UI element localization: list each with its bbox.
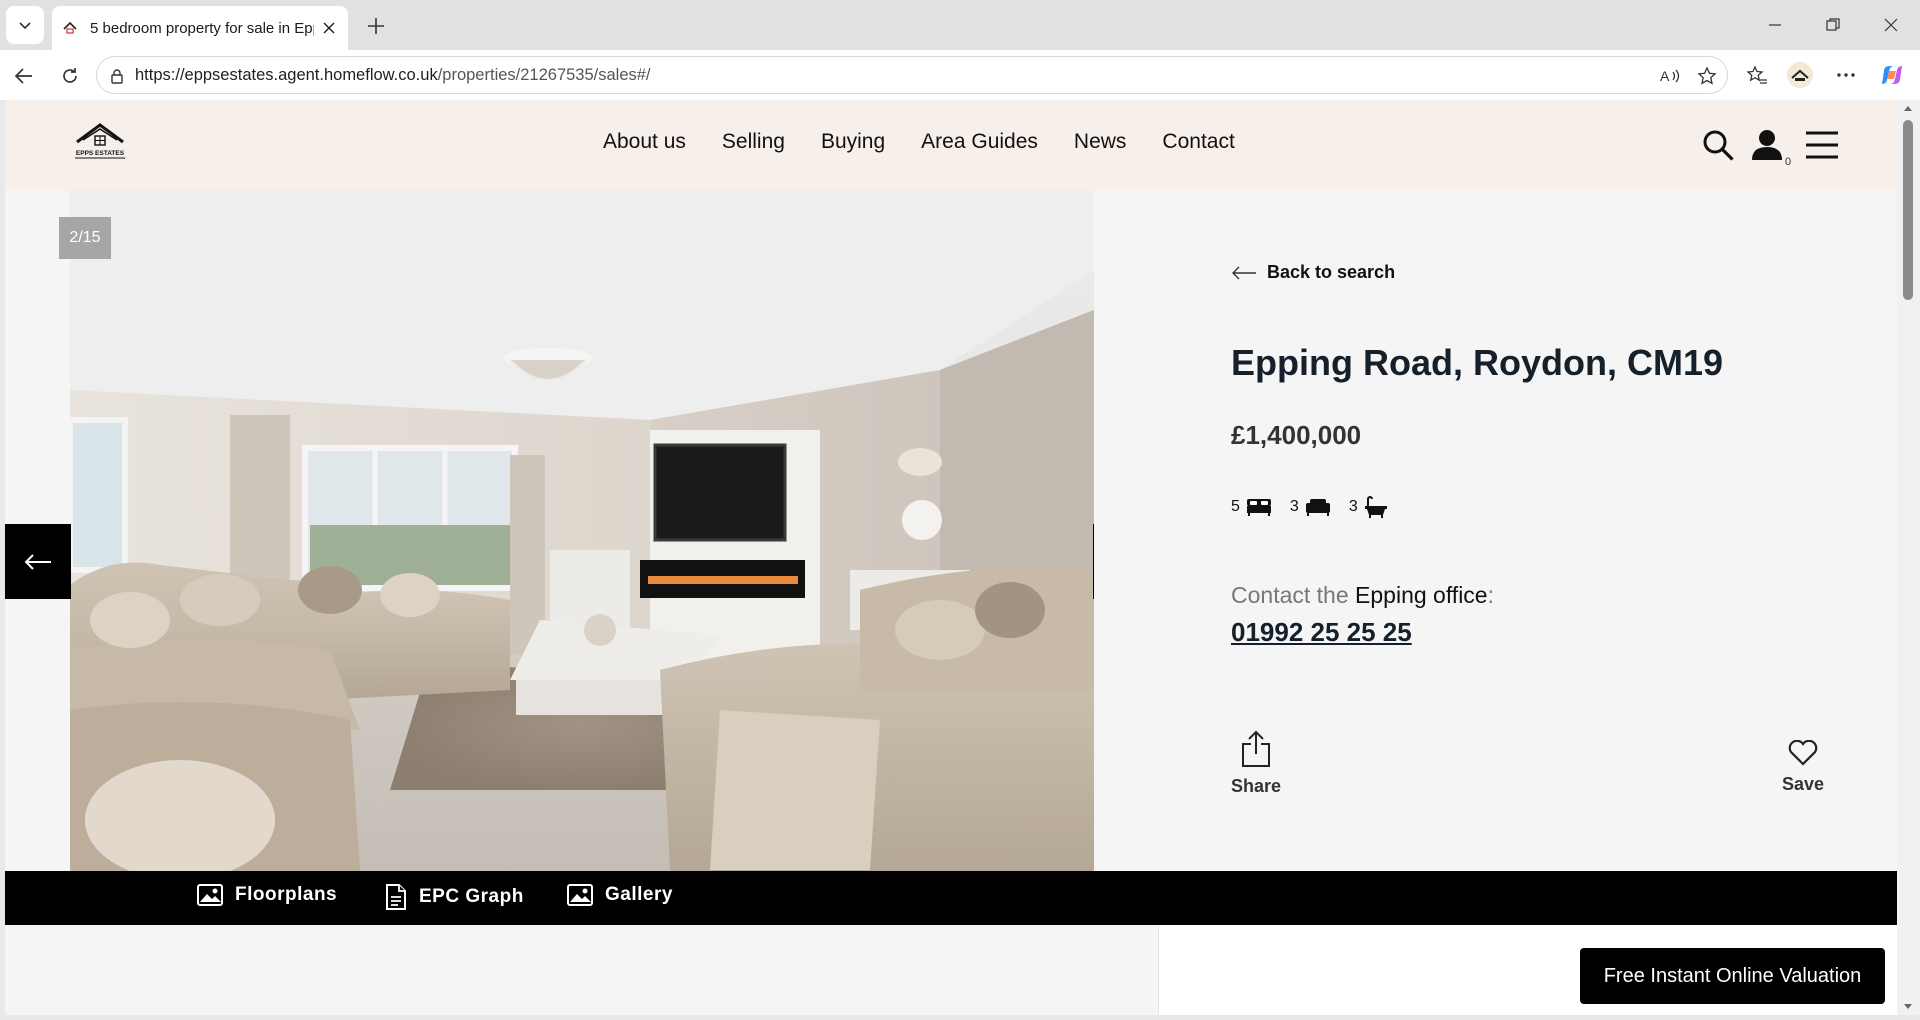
profile-avatar-icon[interactable] <box>1786 61 1814 89</box>
account-badge-count: 0 <box>1785 156 1792 168</box>
page-viewport: EPPS ESTATES About us Selling Buying Are… <box>5 100 1897 1015</box>
nav-contact[interactable]: Contact <box>1162 130 1234 154</box>
bed-icon <box>1246 499 1271 516</box>
more-options-icon[interactable] <box>1832 61 1860 89</box>
nav-news[interactable]: News <box>1074 130 1127 154</box>
restore-window-button[interactable] <box>1818 10 1848 40</box>
back-to-search-link[interactable]: Back to search <box>1231 262 1395 283</box>
minimize-window-button[interactable] <box>1760 10 1790 40</box>
close-window-button[interactable] <box>1876 10 1906 40</box>
bathrooms-feature: 3 <box>1349 495 1388 519</box>
epps-estates-logo[interactable]: EPPS ESTATES <box>73 122 127 160</box>
close-icon <box>1884 18 1898 32</box>
nav-about-us[interactable]: About us <box>603 130 686 154</box>
scroll-down-icon[interactable] <box>1903 1003 1913 1011</box>
new-tab-button[interactable] <box>362 12 390 40</box>
favorites-icon[interactable] <box>1743 61 1771 89</box>
property-features: 5 3 3 <box>1231 495 1388 519</box>
save-button[interactable]: Save <box>1782 740 1824 795</box>
url-text[interactable]: https://eppsestates.agent.homeflow.co.uk… <box>135 66 651 85</box>
svg-text:EPPS ESTATES: EPPS ESTATES <box>76 150 125 157</box>
free-valuation-button[interactable]: Free Instant Online Valuation <box>1580 948 1885 1004</box>
contact-suffix: : <box>1487 582 1494 608</box>
site-favicon-icon <box>62 20 78 36</box>
share-icon <box>1242 730 1271 767</box>
browser-toolbar: https://eppsestates.agent.homeflow.co.uk… <box>0 50 1920 100</box>
property-title: Epping Road, Roydon, CM19 <box>1231 342 1723 383</box>
property-details-panel: Back to search Epping Road, Roydon, CM19… <box>1094 190 1897 871</box>
copilot-icon[interactable] <box>1878 61 1906 89</box>
image-icon <box>567 884 593 906</box>
bathrooms-count: 3 <box>1348 498 1358 515</box>
arrow-left-icon <box>1232 266 1256 279</box>
back-to-search-label: Back to search <box>1267 262 1396 282</box>
document-icon <box>386 884 406 910</box>
receptions-count: 3 <box>1289 498 1299 515</box>
account-user-icon[interactable] <box>1747 125 1787 165</box>
share-label: Share <box>1231 776 1282 796</box>
contact-office-line: Contact the Epping office: <box>1231 582 1494 609</box>
office-phone-link[interactable]: 01992 25 25 25 <box>1231 617 1412 648</box>
epc-graph-tab[interactable]: EPC Graph <box>385 884 524 910</box>
media-tabs-bar: Floorplans EPC Graph Gallery <box>5 871 1897 925</box>
active-tab[interactable]: 5 bedroom property for sale in Epp <box>52 6 348 50</box>
tab-list-button[interactable] <box>6 6 44 44</box>
gallery-label: Gallery <box>605 884 673 905</box>
heart-icon <box>1788 740 1818 766</box>
nav-selling[interactable]: Selling <box>722 130 785 154</box>
lower-content-left <box>5 925 1159 1015</box>
office-name: Epping office <box>1355 582 1488 608</box>
living-room-photo <box>70 190 1094 871</box>
main-navigation: About us Selling Buying Area Guides News… <box>603 130 1235 154</box>
reload-icon <box>63 68 77 83</box>
minimize-icon <box>1769 24 1781 26</box>
page-scrollbar[interactable] <box>1897 100 1920 1015</box>
contact-prefix: Contact the <box>1231 582 1349 608</box>
photo-counter: 2/15 <box>59 217 111 259</box>
nav-buying[interactable]: Buying <box>821 130 885 154</box>
share-button[interactable]: Share <box>1231 730 1281 797</box>
floorplans-label: Floorplans <box>235 884 338 905</box>
property-photo[interactable] <box>70 190 1094 871</box>
receptions-feature: 3 <box>1290 497 1331 517</box>
favorite-star-icon[interactable] <box>1694 63 1720 89</box>
plus-icon <box>368 18 384 34</box>
url-host: https://eppsestates.agent.homeflow.co.uk <box>135 66 438 84</box>
lock-icon[interactable] <box>107 66 127 86</box>
save-label: Save <box>1782 774 1825 794</box>
bedrooms-feature: 5 <box>1231 497 1272 517</box>
property-price: £1,400,000 <box>1231 420 1362 450</box>
previous-photo-button[interactable] <box>5 524 71 599</box>
address-bar[interactable]: https://eppsestates.agent.homeflow.co.uk… <box>96 56 1728 94</box>
reload-button[interactable] <box>56 62 84 90</box>
epc-graph-label: EPC Graph <box>419 886 524 907</box>
hamburger-menu-icon[interactable] <box>1802 125 1842 165</box>
floorplans-tab[interactable]: Floorplans <box>197 884 337 906</box>
site-header: EPPS ESTATES About us Selling Buying Are… <box>5 100 1897 190</box>
read-aloud-icon[interactable]: A <box>1657 63 1683 89</box>
gallery-tab[interactable]: Gallery <box>567 884 673 906</box>
bath-icon <box>1364 496 1387 518</box>
chevron-down-icon <box>19 22 31 30</box>
scrollbar-thumb[interactable] <box>1903 120 1913 300</box>
scroll-up-icon[interactable] <box>1903 104 1913 112</box>
nav-area-guides[interactable]: Area Guides <box>921 130 1038 154</box>
arrow-left-icon <box>24 553 51 570</box>
bedrooms-count: 5 <box>1231 498 1240 515</box>
close-tab-icon[interactable] <box>320 19 338 37</box>
search-icon[interactable] <box>1698 125 1738 165</box>
url-path: /properties/21267535/sales#/ <box>437 66 651 84</box>
back-button[interactable] <box>10 62 38 90</box>
restore-icon <box>1826 18 1840 31</box>
sofa-icon <box>1305 499 1330 516</box>
browser-tab-strip: 5 bedroom property for sale in Epp <box>0 0 1920 50</box>
tab-title: 5 bedroom property for sale in Epp <box>90 19 315 37</box>
arrow-left-icon <box>14 68 32 84</box>
svg-text:A: A <box>1660 68 1670 84</box>
image-icon <box>197 884 223 906</box>
